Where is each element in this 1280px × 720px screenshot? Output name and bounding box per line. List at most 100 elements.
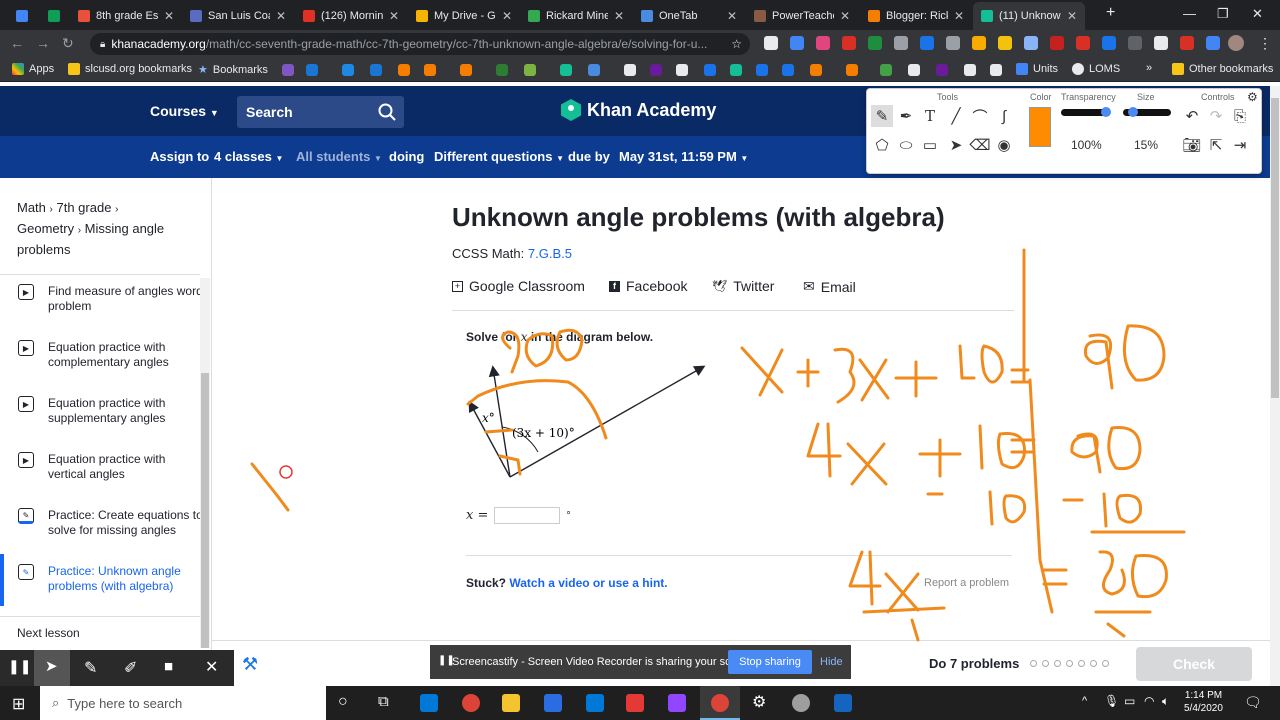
bookmark-icon[interactable] [650, 64, 662, 76]
students-dropdown[interactable]: All students ▼ [296, 149, 382, 164]
bookmark-icon[interactable] [588, 64, 600, 76]
edge-icon[interactable] [420, 694, 438, 712]
hide-button[interactable]: Hide [820, 656, 843, 668]
slider-handle[interactable] [1128, 107, 1138, 117]
highlighter-icon[interactable]: ✐ [124, 658, 137, 678]
tab-close-icon[interactable]: ✕ [502, 9, 512, 23]
google-sheets-tab[interactable] [40, 2, 70, 30]
questions-dropdown[interactable]: Different questions ▼ [434, 149, 564, 164]
app-icon[interactable] [834, 694, 852, 712]
browser-tab[interactable]: 8th grade Est ✕ [70, 2, 182, 30]
bookmark-icon[interactable] [624, 64, 636, 76]
clock[interactable]: 1:14 PM 5/4/2020 [1184, 689, 1223, 715]
url-field[interactable]: 🔒︎ khanacademy.org/math/cc-seventh-grade… [90, 33, 750, 55]
ccss-link[interactable]: 7.G.B.5 [528, 246, 572, 261]
network-icon[interactable]: ▭ [1124, 694, 1135, 708]
extension-icon[interactable] [1050, 36, 1064, 50]
apps-bookmark[interactable]: Apps [12, 63, 54, 75]
polygon-tool[interactable]: ⬠ [871, 134, 893, 156]
taskbar-search[interactable]: ⌕ Type here to search [40, 686, 326, 720]
browser-tab[interactable]: PowerTeacher ✕ [746, 2, 858, 30]
show-hidden-icons[interactable]: ^ [1082, 695, 1087, 707]
tab-close-icon[interactable]: ✕ [276, 9, 286, 23]
undo-button[interactable]: ↶ [1181, 105, 1203, 127]
reload-icon[interactable]: ↻ [62, 35, 74, 52]
camera-icon[interactable]: ■ [164, 658, 173, 675]
crumb-geometry[interactable]: Geometry [17, 221, 74, 236]
app-icon[interactable] [544, 694, 562, 712]
app-icon[interactable] [626, 694, 644, 712]
lesson-item-active[interactable]: ✎ Practice: Unknown angle problems (with … [18, 564, 203, 594]
file-explorer-icon[interactable] [502, 694, 520, 712]
tab-close-icon[interactable]: ✕ [840, 9, 850, 23]
extension-icon[interactable] [1154, 36, 1168, 50]
stop-sharing-button[interactable]: Stop sharing [728, 650, 812, 674]
extension-icon[interactable] [946, 36, 960, 50]
color-swatch[interactable] [1029, 107, 1051, 147]
google-docs-tab[interactable] [8, 2, 38, 30]
lesson-item[interactable]: ✎ Practice: Create equations to solve for… [18, 508, 203, 538]
settings-icon[interactable]: ⚙ [752, 692, 766, 712]
exit-button[interactable]: ⇥ [1229, 134, 1251, 156]
pen-tool[interactable]: ✎ [871, 105, 893, 127]
cortana-icon[interactable]: ○ [338, 693, 348, 711]
bookmark-icon[interactable] [908, 64, 920, 76]
extension-icon[interactable] [1076, 36, 1090, 50]
browser-tab[interactable]: (126) Mornin ✕ [295, 2, 407, 30]
browser-tab[interactable]: San Luis Coas ✕ [182, 2, 294, 30]
tab-close-icon[interactable]: ✕ [727, 9, 737, 23]
extension-icon[interactable] [1206, 36, 1220, 50]
microphone-icon[interactable]: 🎙︎ [1104, 694, 1119, 708]
cursor-tool[interactable]: ➤ [34, 650, 70, 686]
bookmark-icon[interactable] [560, 64, 572, 76]
tab-close-icon[interactable]: ✕ [614, 9, 624, 23]
notifications-icon[interactable]: 🗨︎ [1244, 694, 1262, 711]
bookmark-icon[interactable] [964, 64, 976, 76]
extension-icon[interactable] [1024, 36, 1038, 50]
tab-close-icon[interactable]: ✕ [164, 9, 174, 23]
clear-button[interactable]: ⎘ [1229, 105, 1251, 127]
bookmark-icon[interactable] [756, 64, 768, 76]
line-tool[interactable]: ╱ [945, 105, 967, 127]
bookmark-icon[interactable] [676, 64, 688, 76]
courses-menu[interactable]: Courses ▼ [150, 103, 219, 119]
bookmark-icon[interactable] [730, 64, 742, 76]
loms-bookmark[interactable]: LOMS [1072, 63, 1120, 75]
windows-start-icon[interactable]: ⊞ [12, 694, 25, 714]
redo-button[interactable]: ↷ [1205, 105, 1227, 127]
crumb-grade[interactable]: 7th grade [57, 200, 112, 215]
bookmark-icon[interactable] [460, 64, 472, 76]
mail-icon[interactable] [586, 694, 604, 712]
scrollbar-thumb[interactable] [1271, 98, 1279, 398]
lesson-item[interactable]: ▶ Equation practice with supplementary an… [18, 396, 203, 426]
brush-icon[interactable]: ⚒ [242, 654, 258, 675]
bookmark-icon[interactable] [936, 64, 948, 76]
page-scrollbar[interactable] [1270, 86, 1280, 686]
new-tab-button[interactable]: + [1106, 4, 1115, 22]
more-bookmarks-button[interactable]: » [1146, 62, 1152, 74]
crumb-math[interactable]: Math [17, 200, 46, 215]
slider-handle[interactable] [1101, 107, 1111, 117]
task-view-icon[interactable]: ⧉ [378, 693, 389, 710]
bookmark-icon[interactable] [370, 64, 382, 76]
next-lesson-link[interactable]: Next lesson [17, 626, 80, 640]
answer-input[interactable] [494, 507, 561, 524]
profile-avatar[interactable] [1228, 35, 1244, 51]
browser-tab[interactable]: Blogger: Rick ✕ [860, 2, 972, 30]
bookmark-icon[interactable] [398, 64, 410, 76]
bookmark-icon[interactable] [424, 64, 436, 76]
forward-icon[interactable]: → [36, 35, 50, 51]
star-icon[interactable]: ☆ [731, 37, 742, 51]
extension-icon[interactable] [790, 36, 804, 50]
minimize-button[interactable]: — [1183, 6, 1196, 21]
tab-close-icon[interactable]: ✕ [1067, 9, 1077, 23]
lesson-item[interactable]: ▶ Equation practice with vertical angles [18, 452, 203, 482]
marker-tool[interactable]: ✒ [895, 105, 917, 127]
search-box[interactable]: Search [237, 96, 404, 128]
extension-icon[interactable] [972, 36, 986, 50]
google-classroom-share[interactable]: + Google Classroom [452, 278, 585, 294]
scrollbar-thumb[interactable] [201, 373, 209, 648]
bookmark-icon[interactable] [880, 64, 892, 76]
bookmark-icon[interactable] [846, 64, 858, 76]
extension-icon[interactable] [842, 36, 856, 50]
